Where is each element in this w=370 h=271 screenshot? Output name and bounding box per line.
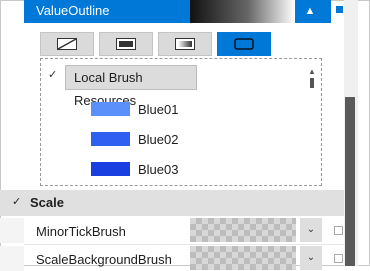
list-scroll-up-icon[interactable]: ▲ [308,67,316,76]
no-brush-button[interactable] [40,32,94,56]
solid-brush-button[interactable] [99,32,153,56]
advanced-options-marker[interactable] [336,6,343,13]
advanced-options-marker[interactable] [334,226,343,235]
panel-scrollbar-thumb[interactable] [345,97,355,266]
row-gutter [0,218,24,243]
advanced-options-marker[interactable] [334,254,343,263]
resource-label-blue02[interactable]: Blue02 [138,132,178,147]
property-label-scalebackgroundbrush: ScaleBackgroundBrush [36,252,172,267]
brush-preview-gradient[interactable] [190,0,295,23]
resource-brush-icon [234,38,254,50]
gradient-brush-button[interactable] [158,32,212,56]
resource-label-blue01[interactable]: Blue01 [138,102,178,117]
collapse-editor-button[interactable]: ▲ [298,0,322,23]
swatch-blue03[interactable] [91,162,130,176]
chevron-up-icon: ▲ [304,5,316,17]
property-label-minortickbrush: MinorTickBrush [36,224,126,239]
list-scrollbar-thumb[interactable] [310,78,314,88]
no-brush-icon [57,38,77,50]
swatch-blue02[interactable] [91,132,130,146]
resource-label-blue03[interactable]: Blue03 [138,162,178,177]
chevron-down-icon: ⌄ [306,224,316,235]
brush-dropdown-button[interactable]: ⌄ [300,218,322,242]
swatch-blue01[interactable] [91,102,130,116]
local-brush-resources-group[interactable]: Local Brush Resources [65,65,197,108]
expand-chevron-icon[interactable]: ✓ [48,68,57,81]
row-gutter [0,246,24,271]
category-collapse-icon[interactable]: ✓ [12,195,21,208]
row-divider [24,244,344,245]
chevron-down-icon: ⌄ [306,252,316,263]
brush-preview-transparent[interactable] [190,246,296,270]
solid-brush-icon [116,38,136,50]
brush-dropdown-button[interactable]: ⌄ [300,246,322,270]
property-name: ValueOutline [36,3,110,18]
gradient-brush-icon [175,38,195,50]
resource-brush-button[interactable] [217,32,271,56]
scale-category-title: Scale [30,195,64,210]
brush-preview-transparent[interactable] [190,218,296,242]
